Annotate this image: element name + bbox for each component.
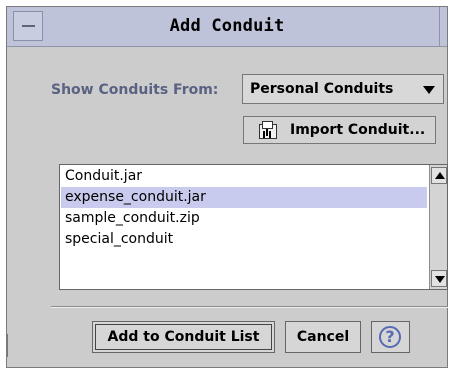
help-icon: ?: [379, 326, 401, 348]
conduit-list: Conduit.jar expense_conduit.jar sample_c…: [61, 166, 427, 289]
show-conduits-label: Show Conduits From:: [51, 82, 219, 98]
conduit-list-item[interactable]: sample_conduit.zip: [61, 208, 427, 229]
conduit-list-item[interactable]: special_conduit: [61, 229, 427, 250]
title-bar-edge: [439, 7, 447, 47]
up-arrow-icon[interactable]: [431, 167, 447, 184]
conduit-list-item[interactable]: expense_conduit.jar: [61, 187, 427, 208]
window-title: Add Conduit: [169, 16, 285, 36]
dropdown-arrow-icon: [423, 86, 435, 94]
add-conduit-dialog: Add Conduit Show Conduits From: Personal…: [6, 6, 448, 368]
import-icon: [259, 121, 277, 139]
conduit-list-scrollbar[interactable]: [429, 165, 447, 289]
conduit-list-box: Conduit.jar expense_conduit.jar sample_c…: [59, 164, 448, 290]
add-to-conduit-list-button[interactable]: Add to Conduit List: [92, 321, 275, 353]
down-arrow-icon[interactable]: [431, 270, 447, 287]
conduit-source-select[interactable]: Personal Conduits: [242, 74, 444, 104]
cancel-button[interactable]: Cancel: [285, 321, 361, 353]
title-bar: Add Conduit: [7, 7, 447, 47]
button-divider: [51, 306, 448, 308]
conduit-list-item[interactable]: Conduit.jar: [61, 166, 427, 187]
window-edge-mark: [7, 334, 8, 357]
import-conduit-label: Import Conduit...: [290, 122, 426, 138]
import-conduit-button[interactable]: Import Conduit...: [243, 116, 436, 144]
help-button[interactable]: ?: [371, 321, 410, 353]
conduit-source-value: Personal Conduits: [250, 81, 394, 97]
